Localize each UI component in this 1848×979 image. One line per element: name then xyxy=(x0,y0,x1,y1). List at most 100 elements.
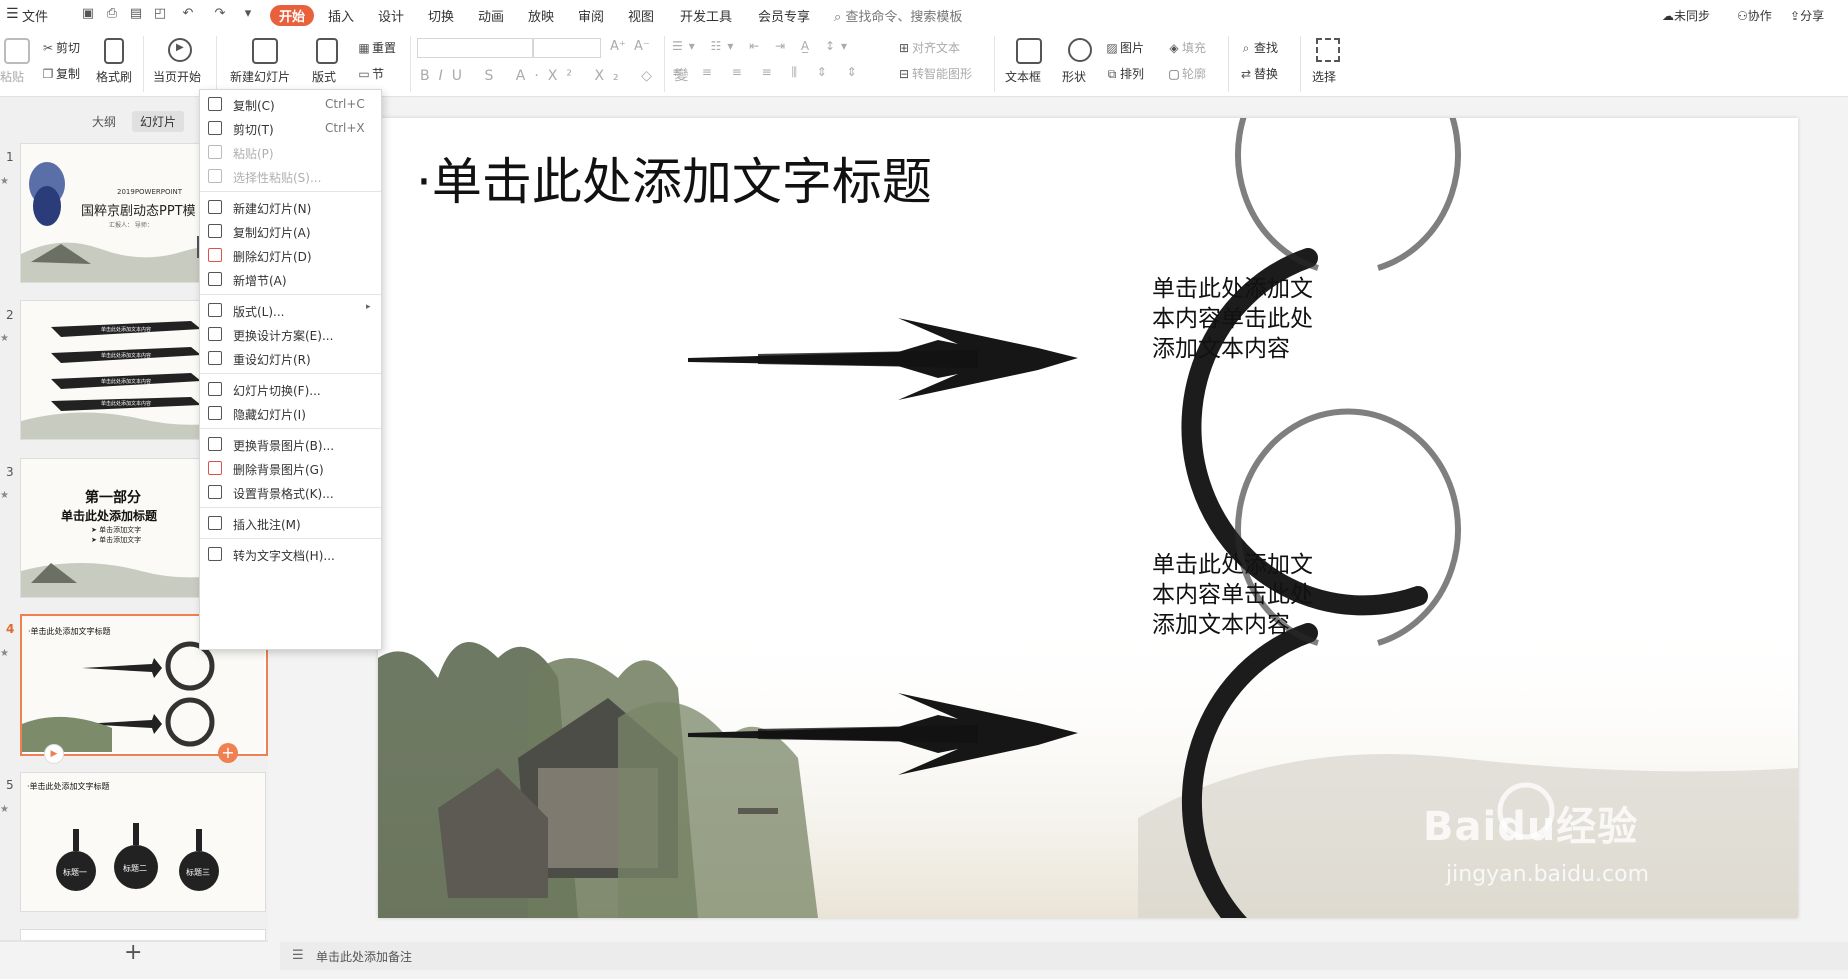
tab-slides[interactable]: 幻灯片 xyxy=(132,111,185,132)
search-box[interactable]: ⌕ 查找命令、搜索模板 xyxy=(834,6,962,25)
align-icons[interactable]: ≡ ≡ ≡ ≡ ⫼ ⇕ ⇕ xyxy=(672,65,865,80)
menu-item-convert-to-doc[interactable]: 转为文字文档(H)... xyxy=(200,543,381,567)
menu-item-duplicate-slide[interactable]: 复制幻灯片(A) xyxy=(200,220,381,244)
animation-star-icon: ★ xyxy=(0,333,9,344)
menu-item-cut[interactable]: 剪切(T) Ctrl+X xyxy=(200,117,381,141)
animation-star-icon: ★ xyxy=(0,490,9,501)
tab-developer[interactable]: 开发工具 xyxy=(680,6,732,25)
format-painter-icon[interactable] xyxy=(104,38,124,64)
tab-outline[interactable]: 大纲 xyxy=(84,111,124,132)
font-size-select[interactable] xyxy=(533,38,601,58)
menu-item-change-design[interactable]: 更换设计方案(E)... xyxy=(200,323,381,347)
reset-icon: ▦ xyxy=(358,41,370,55)
shrink-font-icon[interactable]: A⁻ xyxy=(634,39,650,54)
paste-icon[interactable] xyxy=(4,38,30,64)
slide-canvas[interactable]: ·单击此处添加文字标题 单击此处添加文本内容单击此处添加文本内容 单击此处添加文… xyxy=(378,118,1798,918)
menu-item-reset-slide[interactable]: 重设幻灯片(R) xyxy=(200,347,381,371)
font-family-select[interactable] xyxy=(417,38,533,58)
select-icon[interactable] xyxy=(1316,38,1340,62)
print-icon[interactable]: ▤ xyxy=(128,6,144,22)
tab-member[interactable]: 会员专享 xyxy=(758,6,810,25)
reset-button[interactable]: ▦ 重置 xyxy=(356,39,396,56)
tab-start[interactable]: 开始 xyxy=(270,5,315,26)
grow-font-icon[interactable]: A⁺ xyxy=(610,39,626,54)
layout-icon[interactable] xyxy=(316,38,338,64)
add-slide-icon[interactable]: + xyxy=(218,743,238,763)
tab-view[interactable]: 视图 xyxy=(628,6,654,25)
format-painter-button[interactable]: 格式刷 xyxy=(96,68,132,85)
smartart-button[interactable]: ⊟ 转智能图形 xyxy=(896,65,972,82)
menu-item-copy[interactable]: 复制(C) Ctrl+C xyxy=(200,93,381,117)
context-menu: 复制(C) Ctrl+C 剪切(T) Ctrl+X 粘贴(P) 选择性粘贴(S)..… xyxy=(199,89,382,650)
ribbon: 粘贴 ✂ 剪切 ❐ 复制 格式刷 ▶ 当页开始 新建幻灯片 版式 ▦ 重置 ▭ 节 A⁺… xyxy=(0,30,1848,97)
outline-icon: ▢ xyxy=(1168,67,1180,81)
menu-item-new-slide[interactable]: 新建幻灯片(N) xyxy=(200,196,381,220)
slide-title[interactable]: ·单击此处添加文字标题 xyxy=(416,142,932,214)
hamburger-icon[interactable]: ☰ xyxy=(6,6,19,22)
replace-button[interactable]: ⇄ 替换 xyxy=(1238,65,1278,82)
from-current-button[interactable]: 当页开始 xyxy=(153,68,201,85)
menu-item-new-section[interactable]: 新增节(A) xyxy=(200,268,381,292)
tab-animation[interactable]: 动画 xyxy=(478,6,504,25)
cut-button[interactable]: ✂ 剪切 xyxy=(40,39,80,56)
copy-button[interactable]: ❐ 复制 xyxy=(40,65,80,82)
undo-icon[interactable]: ↶ xyxy=(180,6,196,22)
menu-item-background-format[interactable]: 设置背景格式(K)... xyxy=(200,481,381,505)
tab-slideshow[interactable]: 放映 xyxy=(528,6,554,25)
slide-textbox-1[interactable]: 单击此处添加文本内容单击此处添加文本内容 xyxy=(1152,274,1332,364)
outline-button[interactable]: ▢ 轮廓 xyxy=(1166,65,1206,82)
scissors-icon xyxy=(208,121,222,135)
find-button[interactable]: ⌕ 查找 xyxy=(1238,39,1278,56)
menu-item-delete-background[interactable]: 删除背景图片(G) xyxy=(200,457,381,481)
align-text-button[interactable]: ⊞ 对齐文本 xyxy=(896,39,960,56)
shape-button[interactable]: 形状 xyxy=(1062,68,1086,85)
tab-review[interactable]: 审阅 xyxy=(578,6,604,25)
replace-icon: ⇄ xyxy=(1240,67,1252,81)
tab-transition[interactable]: 切换 xyxy=(428,6,454,25)
export-icon[interactable]: ⎙ xyxy=(104,6,120,22)
picture-button[interactable]: ▨ 图片 xyxy=(1104,39,1144,56)
layout-button[interactable]: 版式 xyxy=(312,68,336,85)
shape-icon[interactable] xyxy=(1068,38,1092,62)
menu-item-hide-slide[interactable]: 隐藏幻灯片(I) xyxy=(200,402,381,426)
textbox-button[interactable]: 文本框 xyxy=(1005,68,1041,85)
menu-item-change-background[interactable]: 更换背景图片(B)... xyxy=(200,433,381,457)
notes-bar[interactable]: ☰ 单击此处添加备注 xyxy=(280,942,1848,970)
sync-status[interactable]: ☁未同步 xyxy=(1662,7,1710,24)
slide-textbox-2[interactable]: 单击此处添加文本内容单击此处添加文本内容 xyxy=(1152,550,1332,640)
share-button[interactable]: ⇪分享 xyxy=(1790,7,1824,24)
menu-item-paste-special[interactable]: 选择性粘贴(S)... xyxy=(200,165,381,189)
copy-icon: ❐ xyxy=(42,67,54,81)
new-slide-button[interactable]: 新建幻灯片 xyxy=(230,68,290,85)
search-icon: ⌕ xyxy=(834,10,842,25)
fill-button[interactable]: ◈ 填充 xyxy=(1166,39,1206,56)
fill-icon: ◈ xyxy=(1169,41,1179,55)
paste-button[interactable]: 粘贴 xyxy=(0,68,24,85)
add-slide-button[interactable]: + xyxy=(124,940,142,965)
collaborate-button[interactable]: ⚇协作 xyxy=(1737,7,1772,24)
transition-icon xyxy=(208,382,222,396)
font-style-icons[interactable]: BIU S A·X² X₂ ◇ 變 xyxy=(420,65,697,85)
tab-insert[interactable]: 插入 xyxy=(328,6,354,25)
list-icons[interactable]: ☰▾ ☷▾ ⇤ ⇥ A̲ ↕▾ xyxy=(672,39,853,53)
section-button[interactable]: ▭ 节 xyxy=(356,65,384,82)
menu-item-paste[interactable]: 粘贴(P) xyxy=(200,141,381,165)
file-menu[interactable]: 文件 xyxy=(22,6,48,25)
select-button[interactable]: 选择 xyxy=(1312,68,1336,85)
smartart-icon: ⊟ xyxy=(898,67,910,81)
tab-design[interactable]: 设计 xyxy=(378,6,404,25)
save-icon[interactable]: ▣ xyxy=(80,6,96,22)
customize-icon[interactable]: ▾ xyxy=(240,6,256,22)
menu-item-transition[interactable]: 幻灯片切换(F)... xyxy=(200,378,381,402)
preview-icon[interactable]: ◰ xyxy=(152,6,168,22)
menu-item-delete-slide[interactable]: 删除幻灯片(D) xyxy=(200,244,381,268)
menu-item-insert-comment[interactable]: 插入批注(M) xyxy=(200,512,381,536)
layout-icon xyxy=(208,303,222,317)
play-slide-icon[interactable]: ▶ xyxy=(44,744,64,764)
menu-item-layout[interactable]: 版式(L)... ▸ xyxy=(200,299,381,323)
textbox-icon[interactable] xyxy=(1016,38,1042,64)
new-slide-icon[interactable] xyxy=(252,38,278,64)
arrange-button[interactable]: ⧉ 排列 xyxy=(1104,65,1144,82)
slide-thumbnail-5[interactable]: ·单击此处添加文字标题 标题一 标题二 标题三 xyxy=(20,772,266,912)
redo-icon[interactable]: ↷ xyxy=(212,6,228,22)
